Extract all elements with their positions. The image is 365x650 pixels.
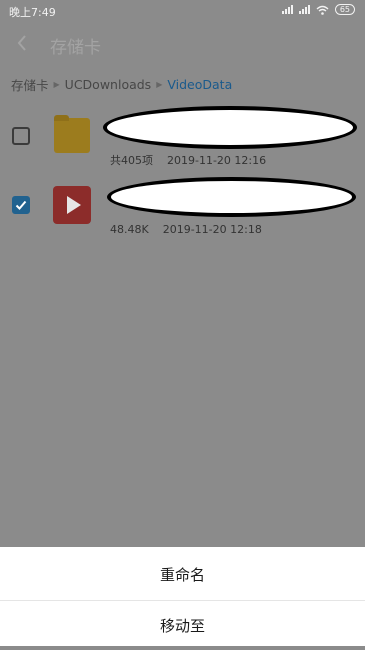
file-size: 48.48K xyxy=(110,223,149,236)
folder-icon xyxy=(54,115,90,153)
status-time: 晚上7:49 xyxy=(9,6,56,19)
file-row-video[interactable]: 48.48K 2019-11-20 12:18 xyxy=(0,172,365,238)
signal-icon xyxy=(281,5,293,14)
rename-button[interactable]: 重命名 xyxy=(0,550,365,599)
wifi-icon xyxy=(316,5,329,15)
check-icon xyxy=(15,200,27,210)
breadcrumb: 存储卡 ▶ UCDownloads ▶ VideoData xyxy=(11,75,232,94)
file-count: 共405项 xyxy=(110,154,153,167)
file-row-folder[interactable]: 共405项 2019-11-20 12:16 xyxy=(0,106,365,172)
battery-icon: 65 xyxy=(334,4,355,15)
file-name-redacted xyxy=(103,106,357,149)
signal-hd-icon xyxy=(298,5,310,14)
chevron-left-icon[interactable] xyxy=(14,32,30,54)
checkbox-checked[interactable] xyxy=(12,196,30,214)
move-to-button[interactable]: 移动至 xyxy=(0,601,365,650)
file-date: 2019-11-20 12:16 xyxy=(167,154,267,167)
play-icon xyxy=(66,196,81,214)
page-title: 存储卡 xyxy=(50,38,101,58)
status-bar: 晚上7:49 65 xyxy=(0,0,365,22)
app-bar: 存储卡 xyxy=(0,24,365,64)
bottom-sheet: 重命名 移动至 xyxy=(0,547,365,646)
video-play-icon xyxy=(53,186,91,224)
chevron-right-icon: ▶ xyxy=(53,79,60,89)
file-meta: 48.48K 2019-11-20 12:18 xyxy=(110,223,262,236)
breadcrumb-item-ucdownloads[interactable]: UCDownloads xyxy=(65,77,152,92)
file-meta: 共405项 2019-11-20 12:16 xyxy=(110,152,266,168)
chevron-right-icon: ▶ xyxy=(156,79,163,89)
file-date: 2019-11-20 12:18 xyxy=(162,223,262,236)
breadcrumb-item-videodata[interactable]: VideoData xyxy=(167,77,232,92)
status-icons: 65 xyxy=(281,4,355,15)
checkbox-unchecked[interactable] xyxy=(12,127,30,145)
breadcrumb-item-storage[interactable]: 存储卡 xyxy=(11,75,49,94)
file-name-redacted xyxy=(107,177,356,217)
